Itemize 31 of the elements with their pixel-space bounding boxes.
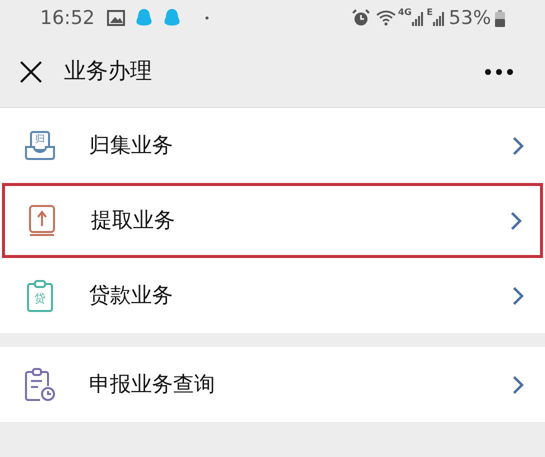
menu-item[interactable]: 提取业务 [2, 183, 543, 258]
more-icon [485, 68, 513, 74]
menu-item[interactable]: 申报业务查询 [0, 347, 545, 422]
status-time: 16:52 [40, 6, 95, 31]
network-type: 4G [398, 7, 412, 20]
battery-icon [495, 10, 505, 26]
alarm-icon [352, 9, 370, 27]
page-title: 业务办理 [64, 58, 152, 86]
menu-item[interactable]: 归 归集业务 [0, 108, 545, 183]
penguin-icon [162, 8, 181, 28]
chevron-right-icon [512, 136, 524, 156]
item-label: 提取业务 [91, 206, 176, 234]
menu-item[interactable]: 贷 贷款业务 [0, 258, 545, 333]
chevron-right-icon [510, 210, 522, 230]
chevron-right-icon [512, 286, 524, 306]
wifi-icon [376, 10, 396, 26]
item-label: 申报业务查询 [89, 370, 216, 398]
signal-icon [432, 10, 445, 26]
close-button[interactable] [18, 58, 44, 84]
image-icon [106, 10, 125, 26]
item-label: 归集业务 [89, 132, 174, 159]
battery-percent: 53% [448, 6, 491, 31]
close-icon [20, 60, 42, 82]
chevron-right-icon [512, 374, 524, 394]
network-type: E [426, 7, 433, 20]
dot-icon [204, 16, 209, 20]
upload-icon [28, 204, 56, 236]
report-clock-icon [24, 368, 56, 402]
signal-icon [412, 10, 424, 26]
item-label: 贷款业务 [89, 282, 174, 309]
penguin-icon [134, 8, 153, 28]
